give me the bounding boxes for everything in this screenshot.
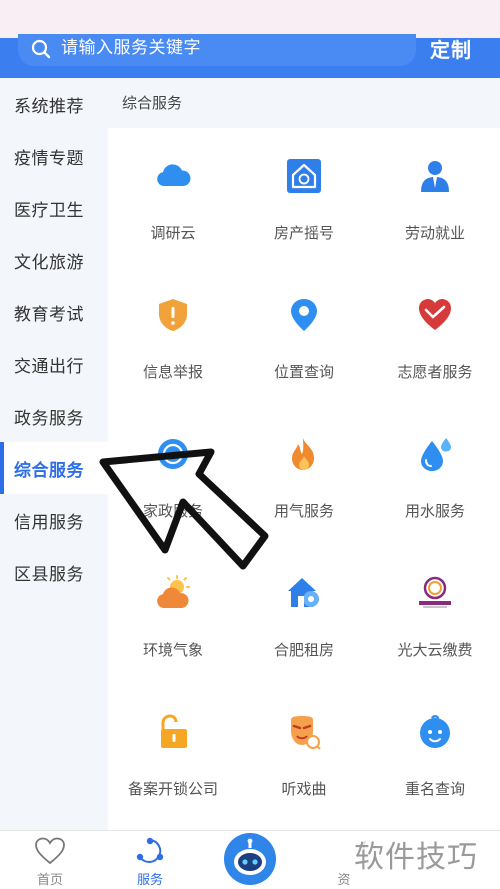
service-item[interactable]: 听戏曲 (239, 684, 369, 823)
service-label: 信息举报 (142, 363, 203, 381)
service-label: 房产摇号 (273, 224, 334, 242)
search-input[interactable]: 请输入服务关键字 (18, 34, 416, 66)
tab-label: 服务 (136, 873, 163, 888)
sidebar-item-government[interactable]: 政务服务 (0, 390, 108, 442)
service-label: 志愿者服务 (397, 363, 473, 381)
service-label: 劳动就业 (404, 224, 465, 242)
robot-assistant-button[interactable] (224, 833, 276, 885)
status-bar-area (0, 0, 500, 36)
section-header: 综合服务 (108, 78, 500, 128)
sun-cloud-icon (157, 575, 190, 608)
service-label: 环境气象 (142, 641, 203, 659)
robot-assistant-icon (226, 835, 274, 883)
service-label: 调研云 (150, 224, 196, 242)
service-label: 重名查询 (404, 780, 465, 798)
search-placeholder: 请输入服务关键字 (61, 38, 201, 58)
service-item[interactable]: 调研云 (108, 128, 238, 267)
heart-outline-icon (35, 837, 65, 865)
sidebar-item-comprehensive[interactable]: 综合服务 (0, 442, 108, 494)
opera-mask-icon (291, 716, 321, 750)
sidebar-item-label: 政务服务 (14, 408, 84, 429)
location-pin-icon (291, 299, 317, 331)
sidebar-item-recommend[interactable]: 系统推荐 (0, 78, 108, 130)
shield-alert-icon (159, 299, 187, 331)
search-header: 请输入服务关键字 定制 (0, 34, 500, 78)
service-label: 听戏曲 (281, 780, 327, 798)
service-label: 备案开锁公司 (127, 780, 218, 798)
tab-service[interactable]: 服务 (100, 831, 200, 889)
service-item[interactable]: 位置查询 (239, 267, 369, 406)
sidebar-item-label: 医疗卫生 (14, 200, 84, 221)
unlock-icon (161, 714, 187, 748)
sidebar-item-epidemic[interactable]: 疫情专题 (0, 130, 108, 182)
service-item[interactable]: 房产摇号 (239, 128, 369, 267)
house-lottery-icon (287, 159, 321, 193)
sidebar-item-transport[interactable]: 交通出行 (0, 338, 108, 390)
cloud-icon (157, 164, 191, 186)
service-label: 位置查询 (273, 363, 334, 381)
sidebar-item-label: 综合服务 (14, 460, 84, 481)
sidebar-item-label: 疫情专题 (14, 148, 84, 169)
tab-label: 首页 (36, 873, 63, 888)
water-drop-icon (421, 438, 451, 471)
service-item[interactable]: 光大云缴费 (370, 545, 500, 684)
house-key-icon (288, 578, 319, 607)
sidebar-item-label: 交通出行 (14, 356, 84, 377)
everbright-logo-icon (419, 576, 451, 608)
annotation-arrow (99, 448, 269, 570)
sidebar-item-credit[interactable]: 信用服务 (0, 494, 108, 546)
service-item[interactable]: 重名查询 (370, 684, 500, 823)
sidebar-item-label: 区县服务 (14, 564, 84, 585)
sidebar-item-label: 教育考试 (14, 304, 84, 325)
sidebar-item-medical[interactable]: 医疗卫生 (0, 182, 108, 234)
search-icon (31, 39, 51, 59)
customize-button[interactable]: 定制 (430, 36, 472, 64)
sidebar-item-culture-travel[interactable]: 文化旅游 (0, 234, 108, 286)
service-item[interactable]: 信息举报 (108, 267, 238, 406)
worker-icon (421, 161, 449, 192)
sidebar-item-education[interactable]: 教育考试 (0, 286, 108, 338)
section-title: 综合服务 (122, 94, 183, 112)
baby-face-icon (420, 715, 450, 748)
sidebar-item-label: 系统推荐 (14, 96, 84, 117)
sidebar-item-label: 信用服务 (14, 512, 84, 533)
service-label: 合肥租房 (273, 641, 334, 659)
heart-hand-icon (419, 299, 451, 330)
service-item[interactable]: 劳动就业 (370, 128, 500, 267)
watermark-text: 软件技巧 (354, 840, 478, 875)
category-sidebar: 系统推荐 疫情专题 医疗卫生 文化旅游 教育考试 交通出行 政务服务 综合服务 … (0, 78, 108, 830)
service-nodes-icon (136, 837, 164, 863)
service-item[interactable]: 备案开锁公司 (108, 684, 238, 823)
tab-home[interactable]: 首页 (0, 831, 100, 889)
sidebar-item-label: 文化旅游 (14, 252, 84, 273)
service-label: 用水服务 (404, 502, 465, 520)
sidebar-item-district[interactable]: 区县服务 (0, 546, 108, 598)
service-label: 光大云缴费 (397, 641, 473, 659)
service-item[interactable]: 志愿者服务 (370, 267, 500, 406)
service-item[interactable]: 用水服务 (370, 406, 500, 545)
